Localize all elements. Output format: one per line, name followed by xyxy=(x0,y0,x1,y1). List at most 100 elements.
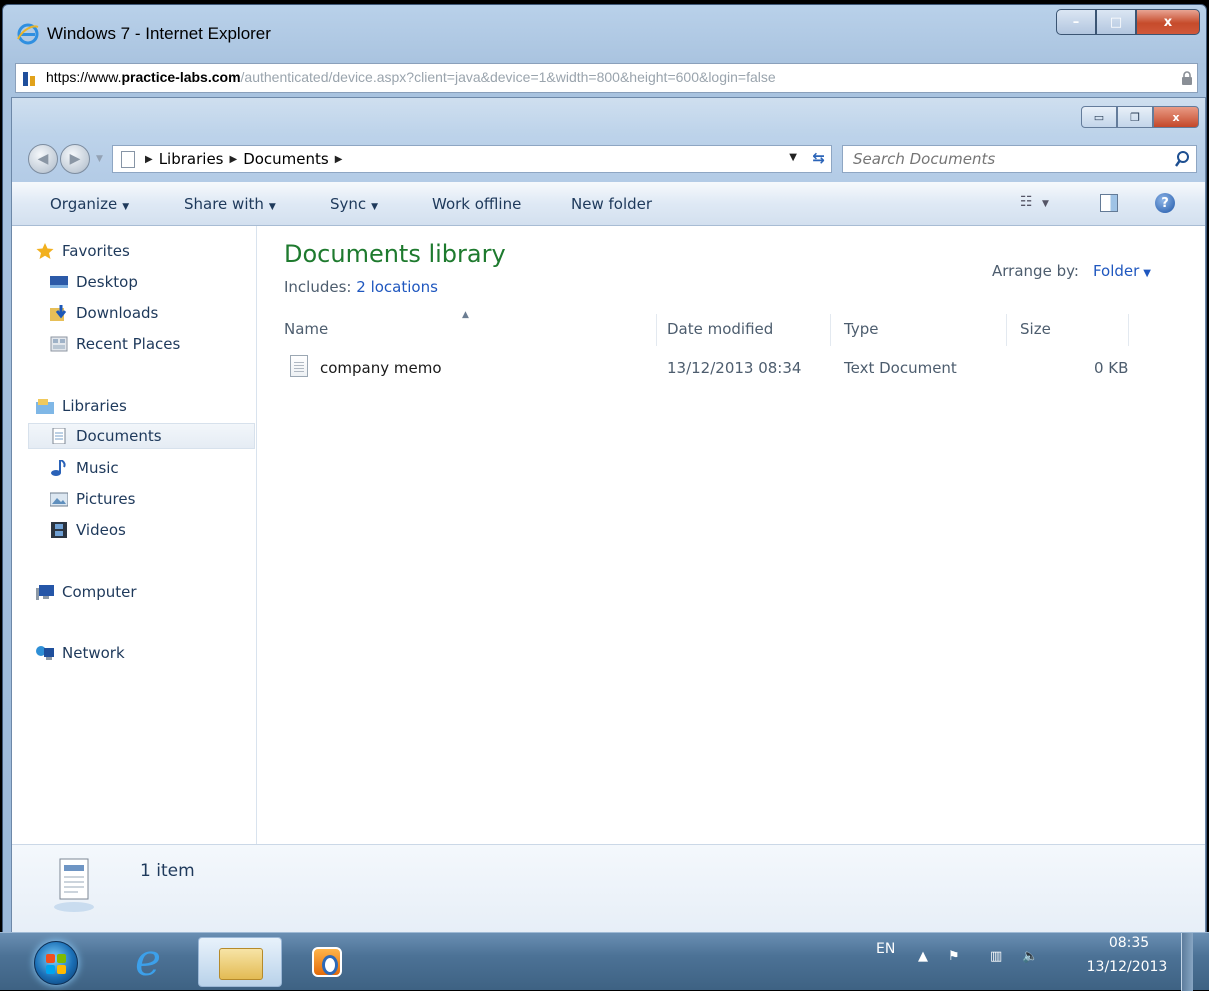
file-row[interactable]: company memo 13/12/2013 08:34 Text Docum… xyxy=(282,350,1132,384)
clock-time[interactable]: 08:35 xyxy=(1094,935,1164,951)
chevron-right-icon[interactable]: ▶ xyxy=(145,154,153,165)
breadcrumb-libraries[interactable]: Libraries xyxy=(159,150,224,168)
chevron-down-icon[interactable]: ▼ xyxy=(1143,268,1151,279)
nav-label: Pictures xyxy=(76,490,136,508)
ie-logo-icon xyxy=(17,23,39,45)
ie-url: https://www.practice-labs.com/authentica… xyxy=(46,69,776,85)
breadcrumb-items: ▶ Libraries ▶ Documents ▶ xyxy=(145,150,342,168)
ie-address-bar[interactable]: https://www.practice-labs.com/authentica… xyxy=(15,63,1198,93)
library-locations-link[interactable]: 2 locations xyxy=(356,278,438,296)
search-input[interactable] xyxy=(853,150,1153,168)
search-icon[interactable] xyxy=(1174,150,1190,168)
explorer-caption-buttons: ▭ ❐ x xyxy=(1081,106,1199,128)
command-bar: Organize ▼ Share with ▼ Sync ▼ Work offline… xyxy=(12,182,1205,226)
downloads-folder-icon xyxy=(50,305,67,321)
address-dropdown-icon[interactable]: ▼ xyxy=(789,152,797,163)
explorer-caption-bar: ▭ ❐ x xyxy=(12,98,1205,134)
explorer-window: ▭ ❐ x ◀ ▶ ▼ ▶ Libraries ▶ Documents ▶ ▼ … xyxy=(11,97,1206,937)
nav-item-recent-places[interactable]: Recent Places xyxy=(50,331,180,357)
taskbar-windows-explorer-button[interactable] xyxy=(198,937,282,987)
arrange-by-label: Arrange by: xyxy=(992,262,1079,280)
network-status-icon[interactable]: ▥ xyxy=(990,949,1002,964)
nav-item-favorites[interactable]: Favorites xyxy=(36,238,130,264)
breadcrumb[interactable]: ▶ Libraries ▶ Documents ▶ ▼ ⇆ xyxy=(112,145,832,173)
lock-icon[interactable] xyxy=(1181,71,1193,85)
chevron-down-icon: ▼ xyxy=(268,202,276,212)
column-header-date-modified[interactable]: Date modified xyxy=(667,320,773,338)
ie-title-bar: Windows 7 - Internet Explorer – □ x xyxy=(3,5,1206,57)
nav-item-computer[interactable]: Computer xyxy=(36,579,137,605)
help-icon[interactable]: ? xyxy=(1155,193,1175,213)
sync-label: Sync xyxy=(330,195,367,213)
desktop-icon xyxy=(50,276,68,288)
explorer-minimize-button[interactable]: ▭ xyxy=(1081,106,1117,128)
organize-button[interactable]: Organize ▼ xyxy=(50,195,129,213)
navigation-pane: Favorites Desktop Downloads Recent Place… xyxy=(12,226,257,844)
sync-button[interactable]: Sync ▼ xyxy=(330,195,378,213)
refresh-icon[interactable]: ⇆ xyxy=(812,149,825,167)
nav-item-desktop[interactable]: Desktop xyxy=(50,269,138,295)
explorer-restore-button[interactable]: ❐ xyxy=(1117,106,1153,128)
ie-maximize-button[interactable]: □ xyxy=(1096,9,1136,35)
taskbar-media-player-icon[interactable] xyxy=(312,947,342,977)
nav-item-downloads[interactable]: Downloads xyxy=(50,300,158,326)
nav-item-pictures[interactable]: Pictures xyxy=(50,486,135,512)
file-date-modified: 13/12/2013 08:34 xyxy=(667,359,802,377)
nav-item-music[interactable]: Music xyxy=(50,455,119,481)
nav-item-documents[interactable]: Documents xyxy=(28,423,255,449)
nav-label: Libraries xyxy=(62,397,127,415)
chevron-right-icon[interactable]: ▶ xyxy=(335,154,343,165)
column-header-type[interactable]: Type xyxy=(844,320,878,338)
details-view-icon: ☷ xyxy=(1020,194,1033,210)
item-count: 1 item xyxy=(140,861,195,881)
ie-minimize-button[interactable]: – xyxy=(1056,9,1096,35)
language-indicator[interactable]: EN xyxy=(876,941,895,957)
computer-icon xyxy=(36,585,54,600)
library-title: Documents library xyxy=(284,240,506,268)
change-view-button[interactable]: ☷ ▼ xyxy=(1020,194,1049,210)
preview-pane-icon[interactable] xyxy=(1100,194,1118,212)
column-header-name[interactable]: Name xyxy=(284,320,328,338)
column-divider[interactable] xyxy=(830,314,831,346)
recent-places-icon xyxy=(50,336,68,352)
show-hidden-icons-icon[interactable]: ▲ xyxy=(918,949,928,964)
volume-icon[interactable]: 🔈 xyxy=(1022,949,1038,964)
libraries-icon xyxy=(36,399,54,414)
back-button[interactable]: ◀ xyxy=(28,144,58,174)
arrange-by: Arrange by: Folder ▼ xyxy=(992,262,1151,280)
nav-item-network[interactable]: Network xyxy=(36,640,125,666)
column-header-size[interactable]: Size xyxy=(1020,320,1051,338)
forward-button[interactable]: ▶ xyxy=(60,144,90,174)
clock-date[interactable]: 13/12/2013 xyxy=(1082,959,1172,975)
text-document-icon xyxy=(290,355,308,377)
url-path: /authenticated/device.aspx?client=java&d… xyxy=(240,69,776,85)
show-desktop-button[interactable] xyxy=(1181,933,1193,991)
nav-item-libraries[interactable]: Libraries xyxy=(36,393,127,419)
details-pane: 1 item xyxy=(12,844,1205,937)
library-includes: Includes: 2 locations xyxy=(284,278,438,296)
column-divider[interactable] xyxy=(1006,314,1007,346)
file-list-area: Documents library Includes: 2 locations … xyxy=(258,226,1205,844)
nav-label: Videos xyxy=(76,521,126,539)
action-center-flag-icon[interactable]: ⚑ xyxy=(948,949,960,964)
share-with-button[interactable]: Share with ▼ xyxy=(184,195,276,213)
start-button[interactable] xyxy=(34,941,78,985)
chevron-right-icon[interactable]: ▶ xyxy=(230,154,238,165)
organize-label: Organize xyxy=(50,195,118,213)
explorer-close-button[interactable]: x xyxy=(1153,106,1199,128)
ie-close-button[interactable]: x xyxy=(1136,9,1200,35)
nav-label: Computer xyxy=(62,583,137,601)
nav-label: Recent Places xyxy=(76,335,181,353)
column-divider[interactable] xyxy=(656,314,657,346)
new-folder-button[interactable]: New folder xyxy=(571,195,652,213)
nav-item-videos[interactable]: Videos xyxy=(50,517,126,543)
chevron-down-icon: ▼ xyxy=(122,202,130,212)
taskbar-internet-explorer-icon[interactable]: e xyxy=(124,939,172,985)
nav-label: Favorites xyxy=(62,242,130,260)
recent-pages-dropdown-icon[interactable]: ▼ xyxy=(96,154,103,164)
arrange-by-dropdown[interactable]: Folder xyxy=(1093,262,1139,280)
document-thumbnail-icon xyxy=(54,858,94,912)
column-divider[interactable] xyxy=(1128,314,1129,346)
breadcrumb-documents[interactable]: Documents xyxy=(243,150,329,168)
work-offline-button[interactable]: Work offline xyxy=(432,195,521,213)
